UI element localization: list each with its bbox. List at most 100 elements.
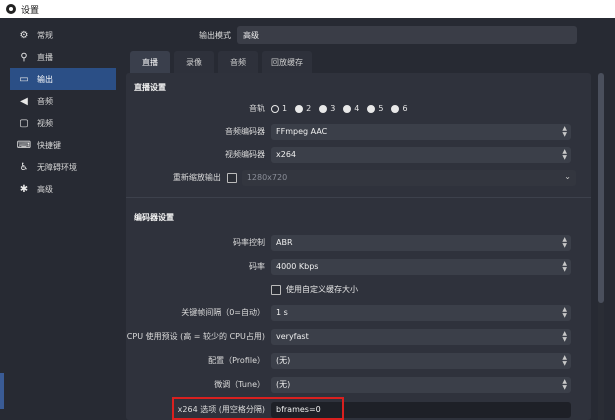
- audio-track-option[interactable]: 5: [367, 104, 383, 113]
- keyframe-interval-spinbox[interactable]: 1 s ▲ ▼: [271, 304, 571, 321]
- audio-track-number: 6: [402, 104, 408, 113]
- gear-icon: ⚙: [19, 29, 29, 41]
- rescale-output-checkbox[interactable]: [226, 172, 237, 183]
- speaker-icon: ◀: [20, 95, 28, 107]
- sidebar-item[interactable]: ✱ 高级: [10, 178, 116, 200]
- section-divider: [126, 197, 591, 198]
- bitrate-label: 码率: [249, 262, 265, 271]
- profile-select[interactable]: (无) ▲ ▼: [271, 352, 571, 369]
- output-tab[interactable]: 直播: [130, 51, 170, 73]
- audio-encoder-select[interactable]: FFmpeg AAC ▲ ▼: [271, 123, 571, 140]
- radio-button[interactable]: [271, 104, 279, 113]
- sidebar-item[interactable]: ▭ 输出: [10, 68, 116, 90]
- video-encoder-row: 视频编码器 x264 ▲ ▼: [126, 146, 576, 163]
- sidebar-item-label: 音频: [37, 96, 53, 106]
- sidebar-item-label: 常规: [37, 30, 53, 40]
- rescale-output-value: 1280x720: [246, 173, 288, 182]
- x264-options-input[interactable]: bframes=0: [271, 401, 571, 418]
- keyframe-interval-value: 1 s: [276, 308, 288, 317]
- rate-control-select[interactable]: ABR ▲ ▼: [271, 234, 571, 251]
- sidebar-item-label: 无障碍环境: [37, 162, 77, 172]
- profile-row: 配置（Profile） (无) ▲ ▼: [126, 352, 576, 369]
- panel-scrollbar[interactable]: [598, 73, 604, 420]
- audio-track-number: 5: [378, 104, 384, 113]
- audio-track-options: 1 2 3 4 5 6: [271, 104, 408, 113]
- spinbox-arrows-icon[interactable]: ▲ ▼: [562, 306, 567, 319]
- rescale-output-row: 重新缩放输出 1280x720 ⌄: [126, 169, 576, 186]
- sidebar-item[interactable]: ▢ 视频: [10, 112, 116, 134]
- tune-select[interactable]: (无) ▲ ▼: [271, 376, 571, 393]
- keyframe-interval-label: 关键帧间隔（0=自动）: [181, 308, 265, 317]
- output-tabs: 直播 录像 音频 回放缓存: [130, 51, 312, 73]
- sidebar-item[interactable]: ♿ 无障碍环境: [10, 156, 116, 178]
- sidebar-item[interactable]: ⚲ 直播: [10, 46, 116, 68]
- encoder-settings-title: 编码器设置: [134, 213, 174, 222]
- updown-arrows-icon: ▲ ▼: [562, 124, 567, 138]
- output-tab[interactable]: 音频: [218, 51, 258, 73]
- audio-track-option[interactable]: 6: [391, 104, 408, 113]
- output-tab[interactable]: 回放缓存: [262, 51, 312, 73]
- custom-buffer-row: 使用自定义缓存大小: [126, 281, 576, 298]
- live-tab-panel: 直播设置 音轨 1 2 3 4 5 6 音频编码器 FFmpeg AAC ▲ ▼ 视频编码器…: [126, 73, 591, 420]
- title-bar: 设置: [0, 0, 615, 18]
- scrollbar-thumb[interactable]: [598, 73, 604, 303]
- keyboard-icon: ⌨: [16, 139, 32, 151]
- sidebar-item[interactable]: ◀ 音频: [10, 90, 116, 112]
- video-encoder-select[interactable]: x264 ▲ ▼: [271, 146, 571, 163]
- video-encoder-value: x264: [276, 150, 297, 159]
- radio-button[interactable]: [391, 104, 400, 113]
- audio-track-number: 4: [354, 104, 360, 113]
- sidebar-item[interactable]: ⌨ 快捷键: [10, 134, 116, 156]
- radio-button[interactable]: [343, 104, 352, 113]
- custom-buffer-option[interactable]: 使用自定义缓存大小: [271, 284, 358, 295]
- sidebar-item-label: 输出: [37, 74, 53, 84]
- x264-options-label: x264 选项 (用空格分隔): [177, 405, 265, 414]
- accessibility-icon: ♿: [19, 161, 29, 173]
- obs-logo-icon: [6, 4, 16, 14]
- radio-button[interactable]: [295, 104, 304, 113]
- sidebar-item[interactable]: ⚙ 常规: [10, 24, 116, 46]
- updown-arrows-icon: ▲ ▼: [562, 329, 567, 343]
- window-title: 设置: [21, 5, 40, 16]
- sidebar-item-label: 直播: [37, 52, 53, 62]
- output-mode-row: 输出模式 高级: [126, 26, 586, 44]
- audio-encoder-label: 音频编码器: [225, 127, 265, 136]
- x264-options-value: bframes=0: [276, 405, 321, 414]
- monitor-icon: ▢: [19, 117, 29, 129]
- audio-track-number: 1: [282, 104, 288, 113]
- sidebar-item-label: 视频: [37, 118, 53, 128]
- cpu-preset-value: veryfast: [276, 332, 309, 341]
- updown-arrows-icon: ▲ ▼: [562, 235, 567, 249]
- output-icon: ▭: [19, 73, 29, 85]
- settings-window: ⚙ 常规 ⚲ 直播 ▭ 输出 ◀ 音频 ▢ 视频 ⌨ 快捷键 ♿ 无障碍环境 ✱ 高级 输出模式 高级 直播录…: [0, 18, 615, 420]
- rescale-output-select[interactable]: 1280x720 ⌄: [241, 169, 576, 186]
- rate-control-row: 码率控制 ABR ▲ ▼: [126, 234, 576, 251]
- custom-buffer-checkbox[interactable]: [271, 284, 281, 295]
- updown-arrows-icon: ▲ ▼: [562, 377, 567, 391]
- audio-track-option[interactable]: 3: [319, 104, 335, 113]
- radio-button[interactable]: [367, 104, 376, 113]
- video-encoder-label: 视频编码器: [225, 150, 265, 159]
- radio-button[interactable]: [319, 104, 328, 113]
- audio-track-number: 2: [306, 104, 312, 113]
- audio-track-option[interactable]: 2: [295, 104, 311, 113]
- sidebar-item-label: 快捷键: [37, 140, 61, 150]
- audio-track-label: 音轨: [249, 104, 265, 113]
- audio-encoder-value: FFmpeg AAC: [276, 127, 328, 136]
- output-tab[interactable]: 录像: [174, 51, 214, 73]
- settings-sidebar: ⚙ 常规 ⚲ 直播 ▭ 输出 ◀ 音频 ▢ 视频 ⌨ 快捷键 ♿ 无障碍环境 ✱ 高级: [10, 24, 116, 420]
- profile-label: 配置（Profile）: [208, 356, 265, 365]
- tune-row: 微调（Tune） (无) ▲ ▼: [126, 376, 576, 393]
- output-mode-select[interactable]: 高级: [237, 26, 577, 44]
- live-settings-title: 直播设置: [134, 83, 166, 92]
- bitrate-spinbox[interactable]: 4000 Kbps ▲ ▼: [271, 258, 571, 275]
- cpu-preset-select[interactable]: veryfast ▲ ▼: [271, 328, 571, 345]
- spinbox-arrows-icon[interactable]: ▲ ▼: [562, 260, 567, 273]
- audio-track-option[interactable]: 1: [271, 104, 287, 113]
- tune-value: (无): [276, 380, 291, 389]
- rate-control-label: 码率控制: [233, 238, 265, 247]
- sidebar-item-label: 高级: [37, 184, 53, 194]
- audio-track-option[interactable]: 4: [343, 104, 359, 113]
- chevron-down-icon: ⌄: [564, 171, 571, 181]
- output-mode-label: 输出模式: [199, 30, 231, 40]
